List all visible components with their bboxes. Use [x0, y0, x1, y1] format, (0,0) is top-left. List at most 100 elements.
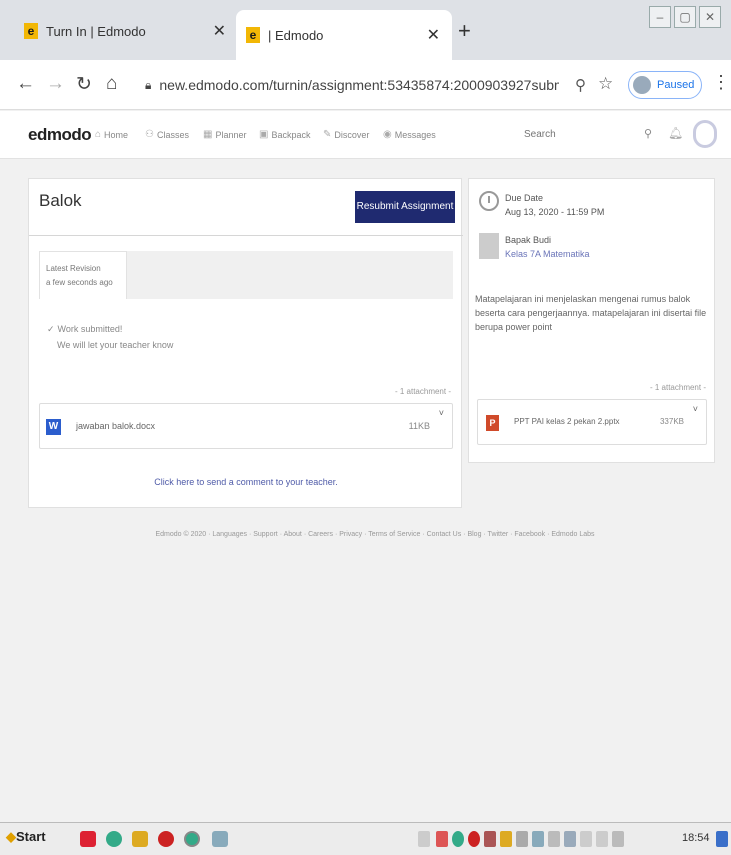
reload-icon[interactable]: ↻ [76, 73, 92, 96]
home-nav-icon: ⌂ [95, 129, 102, 140]
check-icon: ✓ [47, 324, 55, 334]
start-button[interactable]: ◆Start [6, 829, 46, 845]
back-icon[interactable]: ← [16, 73, 35, 95]
browser-tab-bar: e Turn In | Edmodo ✕ e | Edmodo ✕ + – ▢ … [0, 0, 731, 60]
search-icon[interactable]: ⚲ [644, 127, 652, 140]
minimize-icon[interactable]: – [649, 6, 671, 28]
system-clock[interactable]: 18:54 [682, 832, 710, 844]
discover-icon: ✎ [323, 129, 332, 140]
class-name[interactable]: Kelas 7A Matematika [505, 247, 590, 261]
lock-icon[interactable]: 🔒︎ [145, 78, 151, 93]
teacher-info: Bapak Budi Kelas 7A Matematika [505, 233, 590, 261]
show-desktop-icon[interactable] [716, 831, 728, 847]
tab-latest-revision[interactable]: Latest Revision a few seconds ago [39, 251, 127, 299]
os-taskbar: ◆Start 18:54 [0, 822, 731, 855]
attachment-size: 11KB [408, 421, 430, 431]
resubmit-assignment-button[interactable]: Resubmit Assignment [355, 191, 455, 223]
tab-turn-in[interactable]: e Turn In | Edmodo ✕ [14, 14, 238, 48]
due-date-value: Aug 13, 2020 - 11:59 PM [505, 207, 605, 217]
document-icon[interactable] [212, 831, 228, 847]
attachment-count: - 1 attachment - [394, 387, 451, 396]
tab-title: Turn In | Edmodo [46, 23, 146, 39]
new-tab-icon[interactable]: + [458, 18, 471, 44]
tab-edmodo[interactable]: e | Edmodo ✕ [236, 10, 452, 60]
revision-bar: Latest Revision a few seconds ago [39, 251, 453, 299]
due-date-label: Due Date [505, 193, 544, 203]
forward-icon[interactable]: → [46, 73, 65, 95]
browser-toolbar: ← → ↻ ⌂ 🔒︎ new.edmodo.com/turnin/assignm… [0, 60, 731, 110]
chrome-icon[interactable] [106, 831, 122, 847]
chevron-down-icon[interactable]: ˅ [439, 408, 444, 418]
tab-title: | Edmodo [268, 27, 324, 43]
nav-home[interactable]: ⌂ Home [95, 129, 128, 140]
tray-icon[interactable] [532, 831, 544, 847]
attachment-size: 337KB [659, 417, 684, 426]
tray-icon[interactable] [500, 831, 512, 847]
paused-label: Paused [657, 79, 695, 91]
submitted-title: Work submitted! [57, 324, 123, 334]
home-icon[interactable]: ⌂ [106, 73, 117, 95]
bookmark-star-icon[interactable]: ☆ [598, 74, 613, 94]
tray-app-icon[interactable] [436, 831, 448, 847]
teacher-name[interactable]: Bapak Budi [505, 233, 590, 247]
attachment-name[interactable]: jawaban balok.docx [76, 421, 155, 431]
submission-status: ✓ Work submitted! We will let your teache… [47, 321, 173, 353]
tray-icon[interactable] [548, 831, 560, 847]
language-icon[interactable] [418, 831, 430, 847]
classes-icon: ⚇ [145, 129, 154, 140]
menu-dots-icon[interactable]: ⋮ [712, 72, 730, 93]
chrome-active-icon[interactable] [184, 831, 200, 847]
nav-classes[interactable]: ⚇ Classes [145, 129, 189, 140]
assignment-card: Balok Resubmit Assignment Latest Revisio… [28, 178, 463, 508]
folder-icon[interactable] [132, 831, 148, 847]
powerpoint-icon: P [486, 415, 499, 431]
footer-links[interactable]: Edmodo © 2020 · Languages · Support · Ab… [150, 531, 600, 538]
app-icon[interactable] [80, 831, 96, 847]
due-date: Due Date Aug 13, 2020 - 11:59 PM [505, 191, 604, 219]
attachment-count: - 1 attachment - [649, 383, 706, 392]
network-icon[interactable] [516, 831, 528, 847]
assignment-description: Matapelajaran ini menjelaskan mengenai r… [475, 294, 707, 332]
tray-icon[interactable] [564, 831, 576, 847]
edmodo-favicon-icon: e [24, 23, 38, 39]
address-bar[interactable]: 🔒︎ new.edmodo.com/turnin/assignment:5343… [145, 70, 615, 100]
window-close-icon[interactable]: ✕ [699, 6, 721, 28]
attachment-item[interactable]: W jawaban balok.docx 11KB ˅ [39, 403, 453, 449]
nav-discover[interactable]: ✎ Discover [323, 129, 369, 140]
nav-messages[interactable]: ◉ Messages [383, 129, 436, 140]
flag-icon[interactable] [580, 831, 592, 847]
url-text[interactable]: new.edmodo.com/turnin/assignment:5343587… [159, 77, 559, 93]
assignment-details-card: Due Date Aug 13, 2020 - 11:59 PM Bapak B… [468, 178, 715, 463]
volume-icon[interactable] [596, 831, 608, 847]
messages-icon: ◉ [383, 129, 392, 140]
battery-icon[interactable] [612, 831, 624, 847]
word-document-icon: W [46, 419, 61, 435]
comment-link[interactable]: Click here to send a comment to your tea… [29, 477, 463, 487]
edmodo-header: edmodo ⌂ Home ⚇ Classes ▦ Planner ▣ Backpack… [0, 111, 731, 159]
attachment-item[interactable]: P PPT PAI kelas 2 pekan 2.pptx 337KB ˅ [477, 399, 707, 445]
window-controls: – ▢ ✕ [649, 6, 721, 28]
maximize-icon[interactable]: ▢ [674, 6, 696, 28]
close-icon[interactable]: ✕ [427, 25, 440, 45]
search-input[interactable] [520, 124, 660, 146]
notification-bell-icon[interactable]: 🔔︎ [668, 126, 683, 140]
tray-icon[interactable] [484, 831, 496, 847]
backpack-icon: ▣ [259, 129, 269, 140]
tray-chrome-icon[interactable] [452, 831, 464, 847]
close-icon[interactable]: ✕ [213, 21, 226, 41]
zoom-icon[interactable]: ⚲ [575, 76, 586, 94]
windows-flag-icon: ◆ [6, 829, 16, 844]
tray-opera-icon[interactable] [468, 831, 480, 847]
chevron-down-icon[interactable]: ˅ [693, 404, 698, 414]
attachment-name[interactable]: PPT PAI kelas 2 pekan 2.pptx [514, 417, 620, 426]
user-avatar-icon[interactable] [693, 120, 717, 148]
teacher-avatar[interactable] [479, 233, 499, 259]
profile-paused-button[interactable]: Paused [628, 71, 702, 99]
planner-icon: ▦ [203, 129, 213, 140]
nav-backpack[interactable]: ▣ Backpack [259, 129, 310, 140]
nav-planner[interactable]: ▦ Planner [203, 129, 246, 140]
revision-time: a few seconds ago [46, 278, 113, 287]
edmodo-logo[interactable]: edmodo [28, 125, 92, 145]
assignment-title: Balok [39, 191, 82, 210]
opera-icon[interactable] [158, 831, 174, 847]
